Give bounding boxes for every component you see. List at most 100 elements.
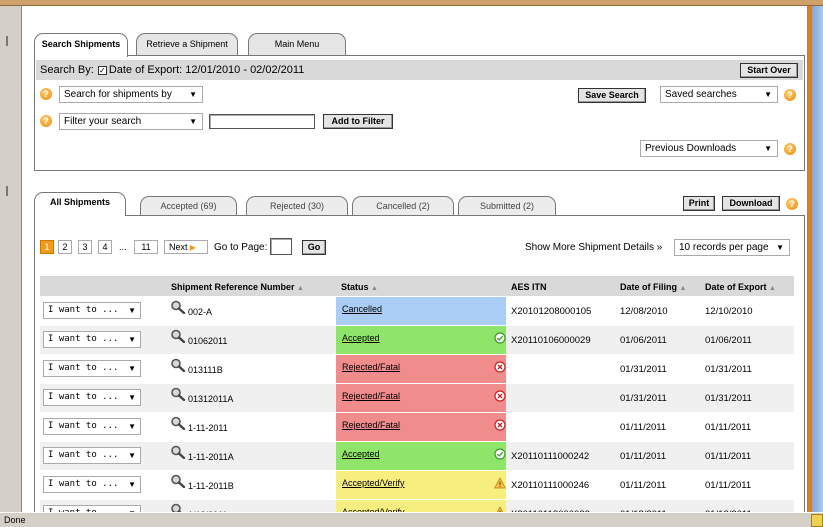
security-zone-icon (811, 514, 823, 527)
status-link[interactable]: Accepted/Verify (336, 500, 506, 512)
row-action-select[interactable]: I want to ...▼ (43, 331, 141, 348)
help-icon[interactable]: ? (40, 88, 52, 100)
col-filing-label: Date of Filing (620, 282, 677, 292)
filter-input[interactable] (209, 114, 315, 129)
row-action-select[interactable]: I want to ...▼ (43, 418, 141, 435)
row-action-select[interactable]: I want to ...▼ (43, 505, 141, 512)
saved-searches-select[interactable]: Saved searches ▼ (660, 86, 778, 103)
browser-status-text: Done (4, 515, 26, 525)
chevron-down-icon: ▼ (128, 422, 136, 431)
sort-icon: ▲ (769, 285, 776, 292)
search-by-value: Date of Export: 12/01/2010 - 02/02/2011 (108, 64, 305, 76)
save-search-button[interactable]: Save Search (578, 88, 646, 103)
next-page-link[interactable]: Next ▶ (164, 240, 208, 254)
download-button[interactable]: Download (722, 196, 780, 211)
tab-cancelled[interactable]: Cancelled (2) (352, 196, 454, 215)
table-row: I want to ...▼1/18/2011Accepted/VerifyX2… (40, 500, 794, 512)
status-link[interactable]: Rejected/Fatal (336, 355, 506, 383)
view-shipment-icon[interactable] (170, 387, 186, 402)
row-action-select[interactable]: I want to ...▼ (43, 447, 141, 464)
page-11-link[interactable]: 11 (134, 240, 158, 254)
view-shipment-icon[interactable] (170, 329, 186, 344)
tab-submitted[interactable]: Submitted (2) (458, 196, 556, 215)
search-by-checkbox[interactable]: ✓ (97, 65, 107, 75)
page-2-link[interactable]: 2 (58, 240, 72, 254)
row-action-select[interactable]: I want to ...▼ (43, 476, 141, 493)
col-aes-header: AES ITN (511, 282, 547, 292)
view-shipment-icon[interactable] (170, 474, 186, 489)
view-shipment-icon[interactable] (170, 358, 186, 373)
col-status-header[interactable]: Status ▲ (341, 282, 378, 292)
add-to-filter-button[interactable]: Add to Filter (323, 114, 393, 129)
page-4-link[interactable]: 4 (98, 240, 112, 254)
tab-main-menu[interactable]: Main Menu (248, 33, 346, 55)
browser-status-bar: Done (0, 512, 823, 527)
frame-side-panel (812, 6, 823, 512)
chevron-down-icon: ▼ (189, 117, 197, 126)
show-more-details-link[interactable]: Show More Shipment Details » (525, 242, 662, 253)
col-ref-header[interactable]: Shipment Reference Number ▲ (171, 282, 304, 292)
goto-page-input[interactable] (270, 238, 292, 255)
next-arrow-icon: ▶ (187, 243, 196, 252)
page-1-link[interactable]: 1 (40, 240, 54, 254)
table-row: I want to ... ▼ 013111B Rejected/Fatal 01/31… (40, 355, 794, 383)
tab-retrieve-shipment[interactable]: Retrieve a Shipment (136, 33, 238, 55)
date-of-export: 01/11/2011 (705, 480, 752, 491)
next-label: Next (169, 242, 188, 252)
tab-accepted[interactable]: Accepted (69) (140, 196, 237, 215)
print-button[interactable]: Print (683, 196, 715, 211)
date-of-filing: 01/11/2011 (620, 451, 667, 462)
tab-rejected[interactable]: Rejected (30) (246, 196, 348, 215)
row-action-select[interactable]: I want to ...▼ (43, 302, 141, 319)
date-of-filing: 01/11/2011 (620, 480, 667, 491)
col-filing-header[interactable]: Date of Filing ▲ (620, 282, 686, 292)
start-over-button[interactable]: Start Over (740, 63, 798, 78)
search-panel: Search By: ✓ Date of Export: 12/01/2010 - … (34, 55, 805, 171)
help-icon[interactable]: ? (784, 143, 796, 155)
date-of-export: 12/10/2010 (705, 306, 753, 317)
status-link[interactable]: Rejected/Fatal (336, 384, 506, 412)
row-action-select[interactable]: I want to ...▼ (43, 360, 141, 377)
tab-search-shipments[interactable]: Search Shipments (34, 33, 128, 57)
shipment-reference: 013111B (188, 365, 223, 375)
row-action-value: I want to ... (48, 363, 119, 373)
status-link[interactable]: Accepted/Verify (336, 471, 506, 499)
help-icon[interactable]: ? (786, 198, 798, 210)
table-row: I want to ... ▼ 002-A Cancelled X20101208000… (40, 297, 794, 325)
help-icon[interactable]: ? (40, 115, 52, 127)
filter-select[interactable]: Filter your search ▼ (59, 113, 203, 130)
row-action-value: I want to ... (48, 392, 119, 402)
aes-itn: X20101208000105 (511, 306, 592, 317)
row-action-select[interactable]: I want to ...▼ (43, 389, 141, 406)
tab-all-shipments[interactable]: All Shipments (34, 192, 126, 216)
check-circle-icon (494, 448, 506, 460)
go-button[interactable]: Go (302, 240, 326, 255)
page-3-link[interactable]: 3 (78, 240, 92, 254)
shipment-reference: 1-11-2011 (188, 423, 228, 433)
view-shipment-icon[interactable] (170, 503, 186, 512)
right-frame (807, 6, 823, 512)
view-shipment-icon[interactable] (170, 416, 186, 431)
search-for-select[interactable]: Search for shipments by ▼ (59, 86, 203, 103)
shipment-reference: 1-11-2011A (188, 452, 234, 462)
help-icon[interactable]: ? (784, 89, 796, 101)
status-link[interactable]: Accepted (336, 442, 506, 470)
view-shipment-icon[interactable] (170, 445, 186, 460)
previous-downloads-select[interactable]: Previous Downloads ▼ (640, 140, 778, 157)
status-link[interactable]: Cancelled (336, 297, 506, 325)
chevron-down-icon: ▼ (764, 144, 772, 153)
saved-searches-value: Saved searches (665, 89, 737, 100)
records-per-page-select[interactable]: 10 records per page ▼ (674, 239, 790, 256)
records-per-page-value: 10 records per page (679, 242, 769, 253)
date-of-export: 01/06/2011 (705, 335, 752, 346)
main-content: Search Shipments Retrieve a Shipment Mai… (22, 6, 807, 512)
pagination-ellipsis: ... (119, 242, 127, 252)
status-link[interactable]: Rejected/Fatal (336, 413, 506, 441)
status-link[interactable]: Accepted (336, 326, 506, 354)
left-frame (0, 6, 22, 512)
check-circle-icon (494, 332, 506, 344)
row-action-value: I want to ... (48, 479, 119, 489)
col-export-header[interactable]: Date of Export ▲ (705, 282, 776, 292)
view-shipment-icon[interactable] (170, 300, 186, 315)
date-of-export: 01/31/2011 (705, 393, 752, 404)
